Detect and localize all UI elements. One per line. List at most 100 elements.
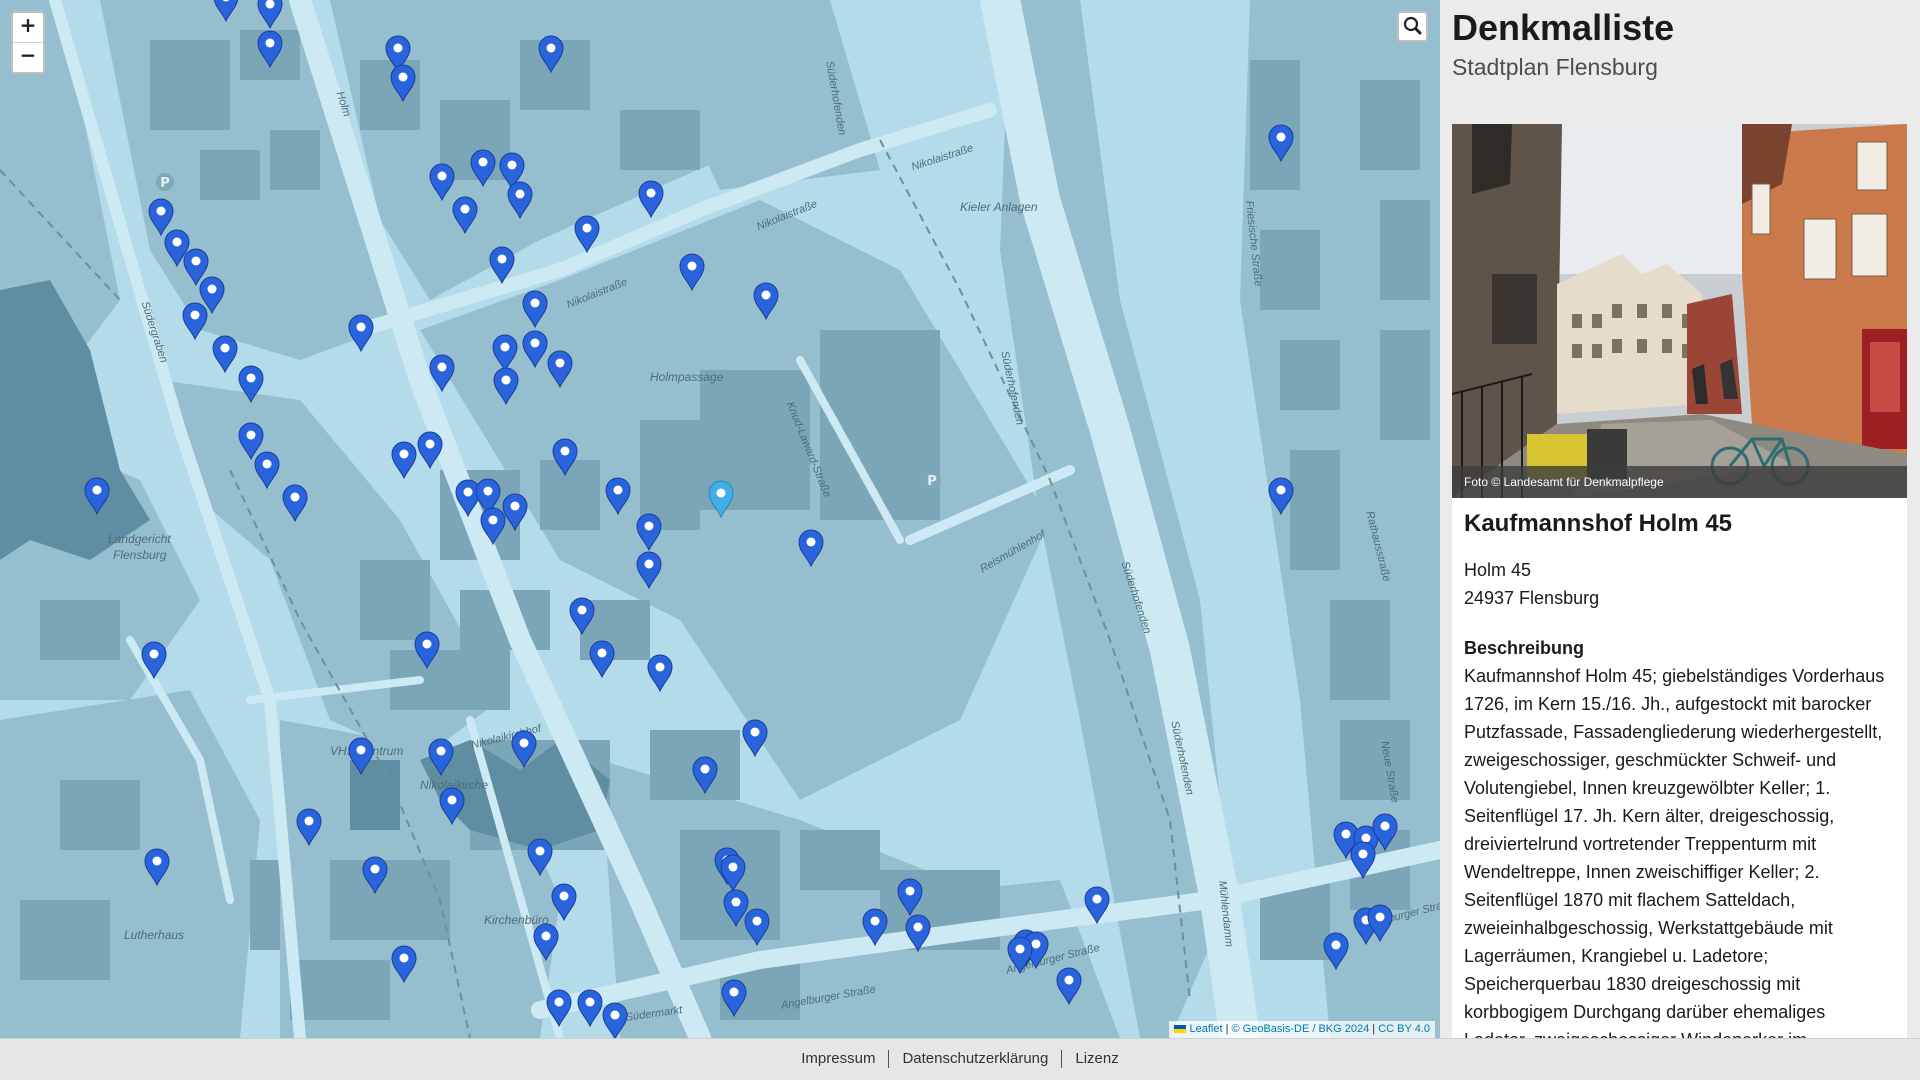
monument-marker[interactable] [691,756,719,795]
monument-marker[interactable] [743,908,771,947]
monument-marker[interactable] [237,365,265,404]
monument-marker[interactable] [469,149,497,188]
monument-marker[interactable] [253,451,281,490]
monument-marker[interactable] [506,181,534,220]
monument-marker[interactable] [413,631,441,670]
monument-marker[interactable] [1055,967,1083,1006]
monument-marker[interactable] [510,730,538,769]
monument-marker[interactable] [861,908,889,947]
monument-marker[interactable] [604,477,632,516]
map-pin-icon [569,597,595,636]
monument-marker[interactable] [896,878,924,917]
monument-marker[interactable] [361,856,389,895]
map-pin-icon [348,314,374,353]
map-view[interactable]: P P Holmpassage Kieler Anlagen Landgericht… [0,0,1440,1038]
monument-marker[interactable] [389,64,417,103]
address-line-city: 24937 Flensburg [1464,588,1600,608]
map-pin-icon [417,431,443,470]
map-pin-icon [602,1002,628,1038]
monument-marker[interactable] [720,979,748,1018]
source-link[interactable]: © GeoBasis-DE / BKG 2024 [1232,1023,1370,1035]
monument-marker[interactable] [752,282,780,321]
monument-marker[interactable] [537,35,565,74]
monument-marker[interactable] [719,854,747,893]
monument-marker[interactable] [678,253,706,292]
monument-marker[interactable] [573,215,601,254]
monument-marker[interactable] [428,354,456,393]
monument-marker[interactable] [451,196,479,235]
monument-marker[interactable] [212,0,240,23]
monument-marker[interactable] [568,597,596,636]
monument-marker[interactable] [526,838,554,877]
monument-marker[interactable] [256,30,284,69]
map-pin-icon [282,484,308,523]
map-pin-icon [577,989,603,1028]
monument-marker[interactable] [588,640,616,679]
monument-marker[interactable] [438,787,466,826]
monument-marker[interactable] [140,641,168,680]
monument-marker[interactable] [1083,886,1111,925]
map-pin-icon [679,253,705,292]
monument-marker[interactable] [741,719,769,758]
footer-separator [1061,1050,1063,1069]
monument-marker[interactable] [347,737,375,776]
monument-marker[interactable] [797,529,825,568]
monument-marker[interactable] [532,923,560,962]
map-pin-icon [1367,904,1393,943]
monument-marker[interactable] [427,738,455,777]
monument-marker[interactable] [521,290,549,329]
svg-text:P: P [160,176,170,191]
description-text: Kaufmannshof Holm 45; giebelständiges Vo… [1464,666,1885,1038]
monument-marker[interactable] [637,180,665,219]
monument-marker[interactable] [1006,936,1034,975]
monument-marker[interactable] [181,302,209,341]
zoom-out-button[interactable]: − [13,43,43,72]
monument-marker[interactable] [1267,124,1295,163]
monument-marker[interactable] [546,350,574,389]
monument-marker[interactable] [347,314,375,353]
datenschutz-link[interactable]: Datenschutzerklärung [902,1050,1048,1067]
monument-marker[interactable] [521,330,549,369]
monument-marker[interactable] [416,431,444,470]
monument-marker[interactable] [601,1002,629,1038]
monument-marker[interactable] [1366,904,1394,943]
license-link[interactable]: CC BY 4.0 [1378,1023,1430,1035]
monument-marker[interactable] [904,914,932,953]
map-label-lutherhaus: Lutherhaus [124,928,185,942]
monument-marker[interactable] [1349,841,1377,880]
monument-marker[interactable] [1267,477,1295,516]
map-pin-icon [1323,932,1349,971]
monument-marker[interactable] [488,246,516,285]
monument-marker[interactable] [545,989,573,1028]
map-pin-icon [1268,477,1294,516]
app-subtitle: Stadtplan Flensburg [1452,54,1658,80]
monument-marker[interactable] [281,484,309,523]
photo-caption: Foto © Landesamt für Denkmalpflege [1452,466,1907,498]
monument-marker[interactable] [635,513,663,552]
search-button[interactable] [1397,11,1428,42]
impressum-link[interactable]: Impressum [801,1050,875,1067]
monument-marker[interactable] [1322,932,1350,971]
map-pin-icon [721,979,747,1018]
lizenz-link[interactable]: Lizenz [1075,1050,1118,1067]
monument-marker[interactable] [390,945,418,984]
monument-marker[interactable] [492,367,520,406]
map-pin-icon [480,507,506,546]
monument-marker[interactable] [390,441,418,480]
monument-marker[interactable] [646,654,674,693]
monument-marker[interactable] [211,335,239,374]
monument-marker[interactable] [83,477,111,516]
monument-marker[interactable] [479,507,507,546]
monument-marker[interactable] [143,848,171,887]
zoom-in-button[interactable]: + [13,13,43,43]
selected-monument-marker[interactable] [707,480,735,519]
monument-marker[interactable] [551,438,579,477]
leaflet-link[interactable]: Leaflet [1189,1023,1222,1035]
monument-marker[interactable] [550,883,578,922]
monument-marker[interactable] [576,989,604,1028]
monument-marker[interactable] [295,808,323,847]
monument-marker[interactable] [256,0,284,30]
map-pin-icon [1007,936,1033,975]
map-pin-icon [257,0,283,30]
monument-marker[interactable] [635,551,663,590]
